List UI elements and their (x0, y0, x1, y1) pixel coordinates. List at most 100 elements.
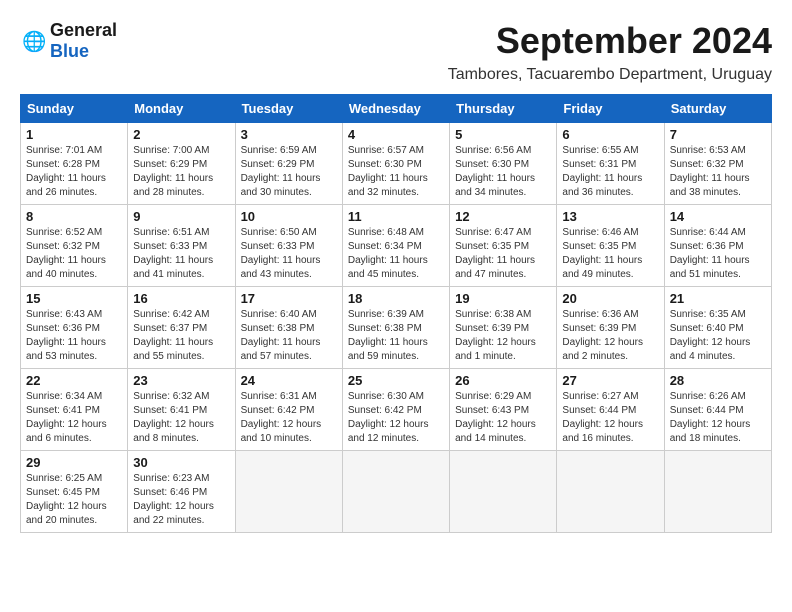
day-info: Sunrise: 6:59 AM Sunset: 6:29 PM Dayligh… (241, 144, 337, 200)
day-info: Sunrise: 6:42 AM Sunset: 6:37 PM Dayligh… (133, 308, 229, 364)
calendar-day-cell: 24 Sunrise: 6:31 AM Sunset: 6:42 PM Dayli… (235, 369, 342, 451)
day-number: 26 (455, 373, 551, 388)
day-number: 23 (133, 373, 229, 388)
calendar-day-cell: 17 Sunrise: 6:40 AM Sunset: 6:38 PM Dayli… (235, 287, 342, 369)
calendar-day-cell: 5Sunrise: 6:56 AM Sunset: 6:30 PM Daylig… (450, 123, 557, 205)
day-number: 2 (133, 127, 229, 142)
calendar-header-wednesday: Wednesday (342, 95, 449, 123)
calendar-day-cell: 9Sunrise: 6:51 AM Sunset: 6:33 PM Daylig… (128, 205, 235, 287)
calendar-day-cell (235, 451, 342, 533)
day-info: Sunrise: 6:52 AM Sunset: 6:32 PM Dayligh… (26, 226, 122, 282)
calendar-header-saturday: Saturday (664, 95, 771, 123)
day-info: Sunrise: 6:57 AM Sunset: 6:30 PM Dayligh… (348, 144, 444, 200)
day-info: Sunrise: 6:31 AM Sunset: 6:42 PM Dayligh… (241, 390, 337, 446)
day-number: 14 (670, 209, 766, 224)
day-info: Sunrise: 6:51 AM Sunset: 6:33 PM Dayligh… (133, 226, 229, 282)
day-info: Sunrise: 6:29 AM Sunset: 6:43 PM Dayligh… (455, 390, 551, 446)
logo-bird-icon: 🌐 (22, 27, 50, 55)
day-info: Sunrise: 6:38 AM Sunset: 6:39 PM Dayligh… (455, 308, 551, 364)
calendar-day-cell: 8Sunrise: 6:52 AM Sunset: 6:32 PM Daylig… (21, 205, 128, 287)
logo: 🌐 General Blue (20, 20, 117, 62)
calendar-day-cell: 19Sunrise: 6:38 AM Sunset: 6:39 PM Dayli… (450, 287, 557, 369)
day-number: 28 (670, 373, 766, 388)
page-header: 🌐 General Blue September 2024 (20, 20, 772, 62)
day-number: 25 (348, 373, 444, 388)
day-number: 22 (26, 373, 122, 388)
day-number: 17 (241, 291, 337, 306)
calendar-table: SundayMondayTuesdayWednesdayThursdayFrid… (20, 94, 772, 533)
calendar-day-cell: 12 Sunrise: 6:47 AM Sunset: 6:35 PM Dayli… (450, 205, 557, 287)
month-title: September 2024 (496, 20, 772, 62)
day-number: 27 (562, 373, 658, 388)
day-number: 11 (348, 209, 444, 224)
calendar-header-monday: Monday (128, 95, 235, 123)
calendar-day-cell (664, 451, 771, 533)
day-info: Sunrise: 6:27 AM Sunset: 6:44 PM Dayligh… (562, 390, 658, 446)
calendar-header-tuesday: Tuesday (235, 95, 342, 123)
calendar-day-cell: 10Sunrise: 6:50 AM Sunset: 6:33 PM Dayli… (235, 205, 342, 287)
day-info: Sunrise: 6:47 AM Sunset: 6:35 PM Dayligh… (455, 226, 551, 282)
day-info: Sunrise: 6:35 AM Sunset: 6:40 PM Dayligh… (670, 308, 766, 364)
day-info: Sunrise: 7:00 AM Sunset: 6:29 PM Dayligh… (133, 144, 229, 200)
day-info: Sunrise: 6:39 AM Sunset: 6:38 PM Dayligh… (348, 308, 444, 364)
day-info: Sunrise: 6:44 AM Sunset: 6:36 PM Dayligh… (670, 226, 766, 282)
day-number: 4 (348, 127, 444, 142)
day-info: Sunrise: 6:36 AM Sunset: 6:39 PM Dayligh… (562, 308, 658, 364)
calendar-header-sunday: Sunday (21, 95, 128, 123)
day-number: 30 (133, 455, 229, 470)
day-number: 5 (455, 127, 551, 142)
day-number: 21 (670, 291, 766, 306)
day-number: 6 (562, 127, 658, 142)
calendar-day-cell: 7 Sunrise: 6:53 AM Sunset: 6:32 PM Daylig… (664, 123, 771, 205)
calendar-week-row: 1 Sunrise: 7:01 AM Sunset: 6:28 PM Daylig… (21, 123, 772, 205)
day-number: 20 (562, 291, 658, 306)
calendar-week-row: 15 Sunrise: 6:43 AM Sunset: 6:36 PM Dayli… (21, 287, 772, 369)
calendar-week-row: 22Sunrise: 6:34 AM Sunset: 6:41 PM Dayli… (21, 369, 772, 451)
calendar-day-cell: 4 Sunrise: 6:57 AM Sunset: 6:30 PM Daylig… (342, 123, 449, 205)
day-number: 24 (241, 373, 337, 388)
day-number: 7 (670, 127, 766, 142)
calendar-day-cell: 14 Sunrise: 6:44 AM Sunset: 6:36 PM Dayli… (664, 205, 771, 287)
day-info: Sunrise: 6:40 AM Sunset: 6:38 PM Dayligh… (241, 308, 337, 364)
calendar-week-row: 8Sunrise: 6:52 AM Sunset: 6:32 PM Daylig… (21, 205, 772, 287)
day-info: Sunrise: 6:55 AM Sunset: 6:31 PM Dayligh… (562, 144, 658, 200)
day-info: Sunrise: 6:43 AM Sunset: 6:36 PM Dayligh… (26, 308, 122, 364)
day-number: 29 (26, 455, 122, 470)
calendar-day-cell: 22Sunrise: 6:34 AM Sunset: 6:41 PM Dayli… (21, 369, 128, 451)
calendar-day-cell: 26 Sunrise: 6:29 AM Sunset: 6:43 PM Dayli… (450, 369, 557, 451)
calendar-day-cell: 21 Sunrise: 6:35 AM Sunset: 6:40 PM Dayli… (664, 287, 771, 369)
day-info: Sunrise: 6:25 AM Sunset: 6:45 PM Dayligh… (26, 472, 122, 528)
calendar-day-cell (450, 451, 557, 533)
calendar-day-cell: 11Sunrise: 6:48 AM Sunset: 6:34 PM Dayli… (342, 205, 449, 287)
calendar-day-cell (557, 451, 664, 533)
day-number: 10 (241, 209, 337, 224)
logo-general-text: General (50, 20, 117, 40)
day-info: Sunrise: 6:23 AM Sunset: 6:46 PM Dayligh… (133, 472, 229, 528)
svg-text:🌐: 🌐 (22, 30, 46, 53)
location-subtitle: Tambores, Tacuarembo Department, Uruguay (20, 66, 772, 84)
calendar-day-cell: 13Sunrise: 6:46 AM Sunset: 6:35 PM Dayli… (557, 205, 664, 287)
calendar-day-cell: 27 Sunrise: 6:27 AM Sunset: 6:44 PM Dayli… (557, 369, 664, 451)
calendar-day-cell: 18Sunrise: 6:39 AM Sunset: 6:38 PM Dayli… (342, 287, 449, 369)
calendar-day-cell: 29 Sunrise: 6:25 AM Sunset: 6:45 PM Dayli… (21, 451, 128, 533)
calendar-day-cell: 3 Sunrise: 6:59 AM Sunset: 6:29 PM Daylig… (235, 123, 342, 205)
day-info: Sunrise: 7:01 AM Sunset: 6:28 PM Dayligh… (26, 144, 122, 200)
logo-blue-text: Blue (50, 41, 89, 61)
calendar-day-cell: 6 Sunrise: 6:55 AM Sunset: 6:31 PM Daylig… (557, 123, 664, 205)
day-number: 15 (26, 291, 122, 306)
day-number: 3 (241, 127, 337, 142)
calendar-day-cell: 28Sunrise: 6:26 AM Sunset: 6:44 PM Dayli… (664, 369, 771, 451)
calendar-week-row: 29 Sunrise: 6:25 AM Sunset: 6:45 PM Dayli… (21, 451, 772, 533)
day-info: Sunrise: 6:30 AM Sunset: 6:42 PM Dayligh… (348, 390, 444, 446)
day-info: Sunrise: 6:32 AM Sunset: 6:41 PM Dayligh… (133, 390, 229, 446)
day-number: 13 (562, 209, 658, 224)
calendar-day-cell (342, 451, 449, 533)
day-number: 1 (26, 127, 122, 142)
day-number: 12 (455, 209, 551, 224)
calendar-header-friday: Friday (557, 95, 664, 123)
calendar-header-thursday: Thursday (450, 95, 557, 123)
day-info: Sunrise: 6:53 AM Sunset: 6:32 PM Dayligh… (670, 144, 766, 200)
calendar-day-cell: 15 Sunrise: 6:43 AM Sunset: 6:36 PM Dayli… (21, 287, 128, 369)
calendar-day-cell: 16Sunrise: 6:42 AM Sunset: 6:37 PM Dayli… (128, 287, 235, 369)
calendar-day-cell: 20 Sunrise: 6:36 AM Sunset: 6:39 PM Dayli… (557, 287, 664, 369)
